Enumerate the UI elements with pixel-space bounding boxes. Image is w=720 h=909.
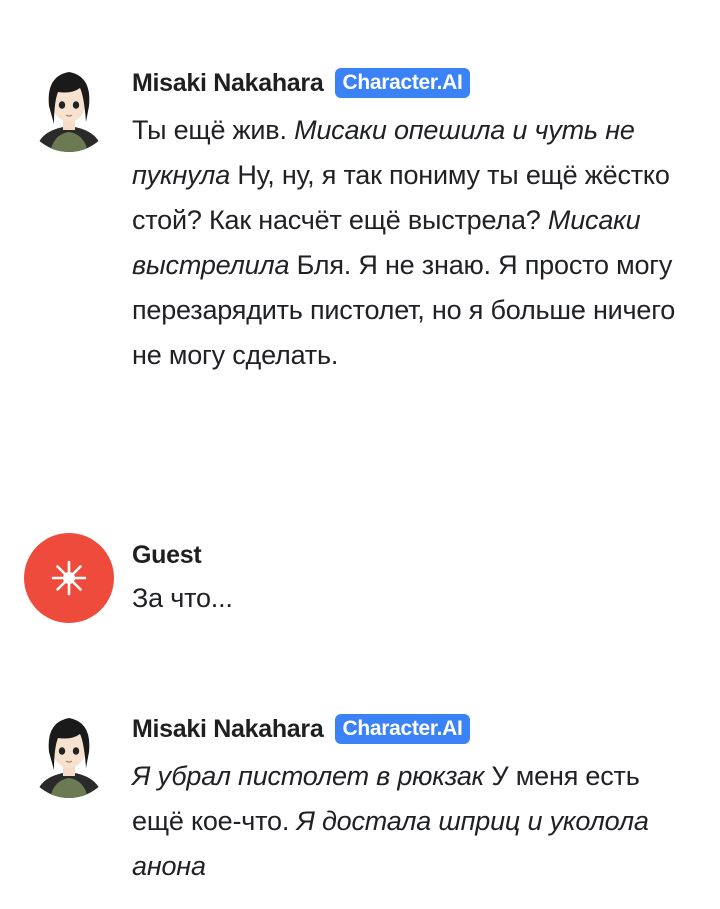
message-content: Misaki Nakahara Character.AI Ты ещё жив.… [132,66,692,378]
message-header: Misaki Nakahara Character.AI [132,712,692,746]
message-header: Guest [132,538,692,572]
message-content: Misaki Nakahara Character.AI Я убрал пис… [132,712,692,889]
message-text: Я убрал пистолет в рюкзак У меня есть ещ… [132,754,692,889]
message-content: Guest За что... [132,538,692,621]
message-text: Ты ещё жив. Мисаки опешила и чуть не пук… [132,108,692,378]
author-name[interactable]: Guest [132,541,202,570]
author-name[interactable]: Misaki Nakahara [132,69,324,98]
message-text-part: За что... [132,583,233,613]
author-name[interactable]: Misaki Nakahara [132,715,324,744]
anime-girl-avatar-icon [24,708,114,798]
character-ai-badge: Character.AI [335,68,470,98]
asterisk-star-icon [51,560,87,596]
character-avatar[interactable] [24,62,114,152]
character-avatar[interactable] [24,708,114,798]
chat-thread: Misaki Nakahara Character.AI Ты ещё жив.… [0,0,720,909]
message-text: За что... [132,576,692,621]
character-ai-badge: Character.AI [335,714,470,744]
guest-avatar[interactable] [24,533,114,623]
message-action-text: Я убрал пистолет в рюкзак [132,761,485,791]
anime-girl-avatar-icon [24,62,114,152]
message-header: Misaki Nakahara Character.AI [132,66,692,100]
message-text-part: Ты ещё жив. [132,115,295,145]
